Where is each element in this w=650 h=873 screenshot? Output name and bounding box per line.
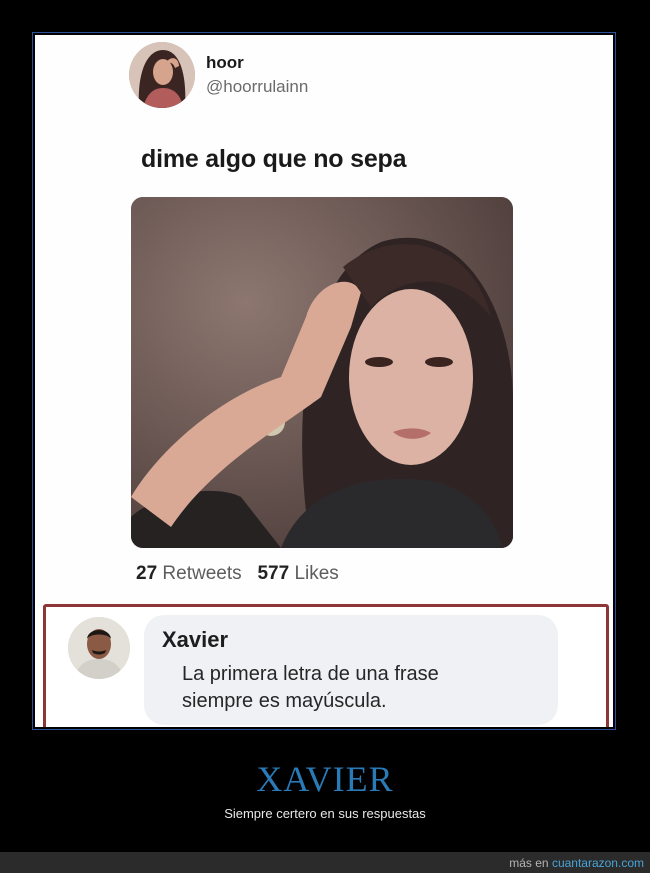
footer-bar: más en cuantarazon.com — [0, 852, 650, 873]
footer-text: más en cuantarazon.com — [509, 856, 644, 870]
meme-frame: hoor @hoorrulainn dime algo que no sepa — [32, 32, 616, 730]
caption-title: XAVIER — [256, 759, 394, 799]
likes-label[interactable]: Likes — [294, 563, 338, 584]
reply-profile-image — [68, 617, 130, 679]
reply-bubble: Xavier La primera letra de una frase sie… — [144, 615, 558, 725]
reply-avatar[interactable] — [68, 617, 130, 679]
tweet-stats: 27 Retweets 577 Likes — [136, 563, 339, 585]
footer-prefix: más en — [509, 856, 549, 870]
tweet-text: dime algo que no sepa — [141, 145, 407, 173]
selfie-image — [131, 197, 513, 548]
reply-text-line-2: siempre es mayúscula. — [182, 690, 387, 712]
site-link[interactable]: cuantarazon.com — [552, 856, 644, 870]
caption-subtitle: Siempre certero en sus respuestas — [224, 806, 426, 821]
reply-text-line-1: La primera letra de una frase — [182, 663, 439, 685]
profile-photo-image — [129, 42, 195, 108]
retweets-count: 27 — [136, 563, 158, 584]
user-handle[interactable]: @hoorrulainn — [206, 77, 308, 97]
tweet-photo[interactable] — [131, 197, 513, 548]
reply-author-name[interactable]: Xavier — [162, 627, 228, 653]
display-name[interactable]: hoor — [206, 53, 244, 73]
reply-text: La primera letra de una frase siempre es… — [182, 661, 439, 715]
retweets-label[interactable]: Retweets — [162, 563, 241, 584]
tweet-screenshot: hoor @hoorrulainn dime algo que no sepa — [35, 35, 613, 727]
likes-count: 577 — [257, 563, 290, 584]
profile-avatar[interactable] — [129, 42, 195, 108]
reply-highlight-box: Xavier La primera letra de una frase sie… — [43, 604, 609, 727]
